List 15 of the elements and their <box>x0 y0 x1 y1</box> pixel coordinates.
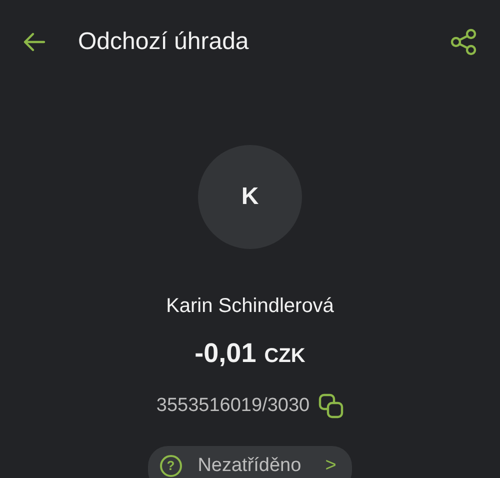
back-arrow-icon <box>22 32 46 52</box>
account-number: 3553516019/3030 <box>156 394 310 418</box>
share-button[interactable] <box>450 28 478 56</box>
avatar-initial: K <box>241 182 259 212</box>
amount-value: -0,01 <box>194 337 256 370</box>
screen-title: Odchozí úhrada <box>78 27 249 57</box>
share-icon <box>450 28 478 56</box>
chevron-icon: > <box>325 452 336 478</box>
copy-icon <box>318 392 344 419</box>
category-chip[interactable]: ? Nezatříděno > <box>148 446 352 478</box>
copy-button[interactable] <box>318 392 344 419</box>
back-button[interactable] <box>22 32 46 52</box>
contact-name: Karin Schindlerová <box>166 294 334 319</box>
question-icon: ? <box>160 455 182 478</box>
amount-currency: CZK <box>264 344 306 369</box>
